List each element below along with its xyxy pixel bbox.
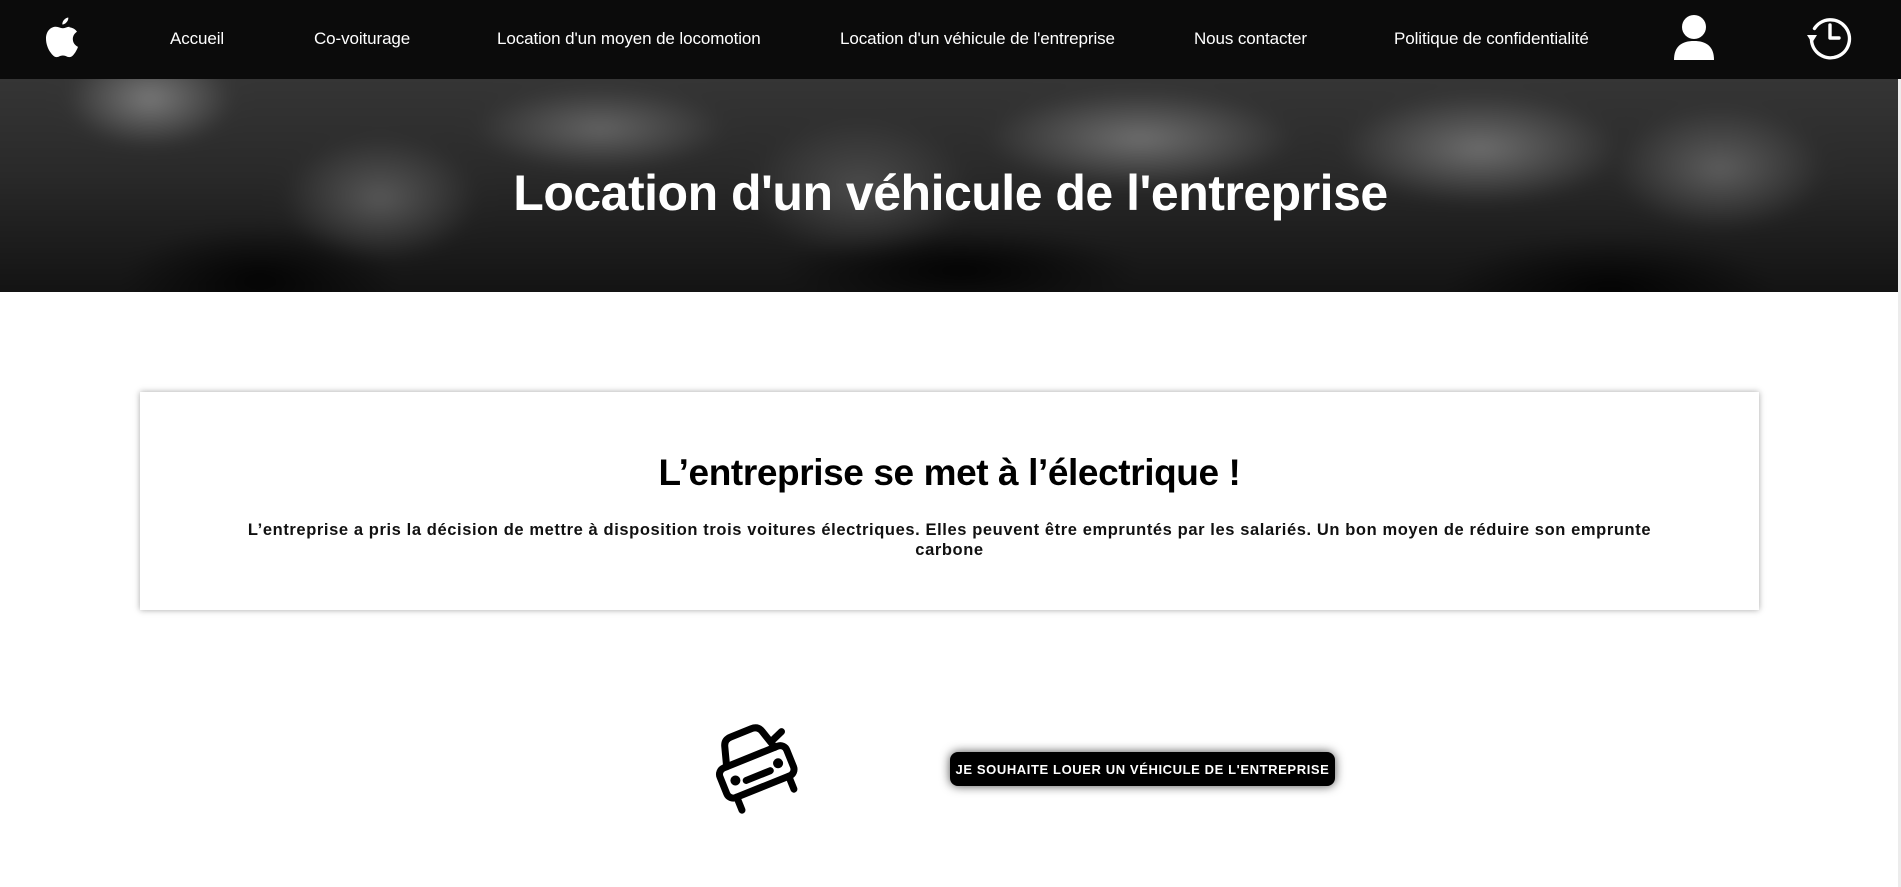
card-description: L’entreprise a pris la décision de mettr… <box>247 521 1652 559</box>
info-card: L’entreprise se met à l’électrique ! L’e… <box>140 392 1759 610</box>
page-title: Location d'un véhicule de l'entreprise <box>513 165 1388 221</box>
user-icon[interactable] <box>1672 14 1716 60</box>
history-icon[interactable] <box>1805 13 1853 61</box>
car-icon <box>715 724 798 814</box>
nav-link-accueil[interactable]: Accueil <box>170 0 224 79</box>
nav-link-location-vehicule-entreprise[interactable]: Location d'un véhicule de l'entreprise <box>840 0 1115 79</box>
top-navbar: Accueil Co-voiturage Location d'un moyen… <box>0 0 1901 79</box>
nav-link-nous-contacter[interactable]: Nous contacter <box>1194 0 1307 79</box>
hero-banner: Location d'un véhicule de l'entreprise <box>0 79 1901 292</box>
nav-link-politique-confidentialite[interactable]: Politique de confidentialité <box>1394 0 1589 79</box>
apple-icon[interactable] <box>42 14 82 60</box>
nav-link-co-voiturage[interactable]: Co-voiturage <box>314 0 410 79</box>
card-title: L’entreprise se met à l’électrique ! <box>658 452 1241 493</box>
nav-link-location-moyen-locomotion[interactable]: Location d'un moyen de locomotion <box>497 0 761 79</box>
rent-vehicle-button[interactable]: JE SOUHAITE LOUER UN VÉHICULE DE L'ENTRE… <box>950 752 1335 786</box>
